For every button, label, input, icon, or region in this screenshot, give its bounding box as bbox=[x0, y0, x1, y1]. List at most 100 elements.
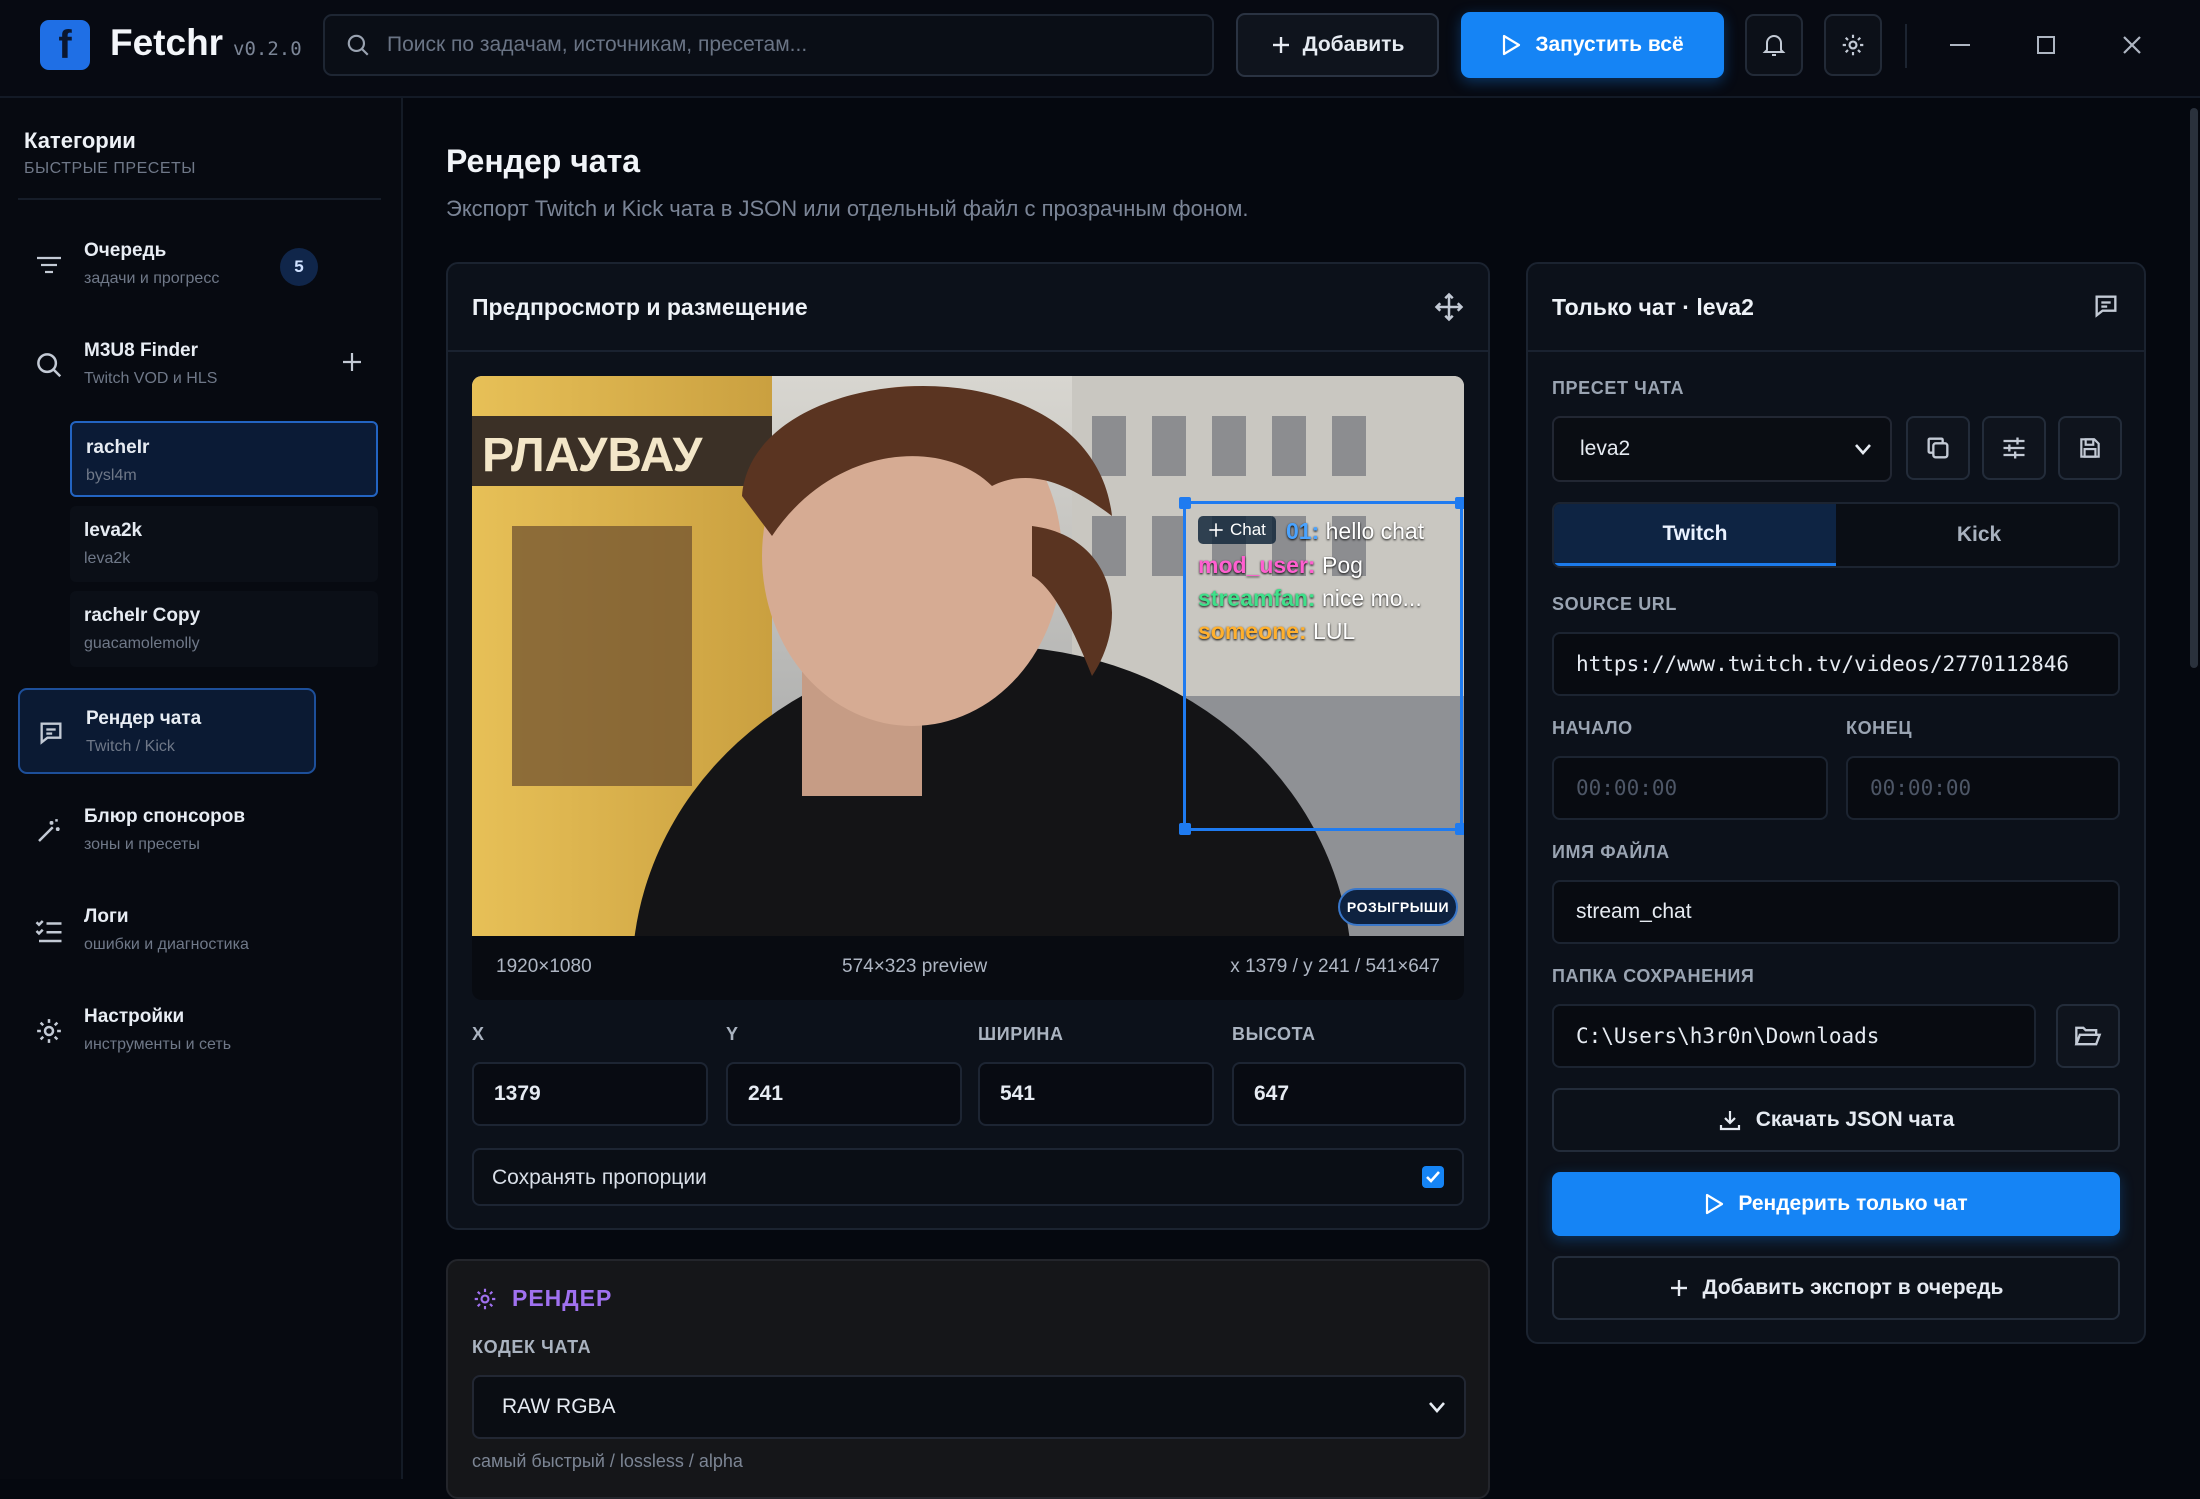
preview-card-title: Предпросмотр и размещение bbox=[472, 294, 808, 320]
tab-twitch[interactable]: Twitch bbox=[1554, 504, 1836, 566]
sidebar-item-sponsor-blur[interactable]: Блюр спонсоров зоны и пресеты bbox=[18, 788, 381, 874]
preset-settings-button[interactable] bbox=[1982, 416, 2046, 480]
search-icon bbox=[32, 348, 66, 382]
add-preset-icon[interactable] bbox=[340, 350, 364, 374]
play-icon bbox=[1706, 1193, 1724, 1215]
notifications-button[interactable] bbox=[1745, 14, 1803, 76]
checklist-icon bbox=[32, 914, 66, 948]
filter-lines-icon bbox=[32, 248, 66, 282]
preset-item-label: leva2k bbox=[84, 520, 143, 541]
floppy-save-icon bbox=[2080, 438, 2100, 458]
resize-handle[interactable] bbox=[1455, 497, 1464, 509]
chat-tag-label: Chat bbox=[1230, 520, 1266, 539]
end-time-input[interactable]: 00:00:00 bbox=[1846, 756, 2120, 820]
sidebar-item-sublabel: задачи и прогресс bbox=[84, 270, 220, 287]
checkmark-icon bbox=[1426, 1171, 1440, 1183]
render-card: РЕНДЕР КОДЕК ЧАТА RAW RGBA самый быстрый… bbox=[446, 1259, 1490, 1499]
duplicate-preset-button[interactable] bbox=[1906, 416, 1970, 480]
preview-dimensions: 574×323 preview bbox=[842, 956, 988, 977]
x-input[interactable]: 1379 bbox=[472, 1062, 708, 1126]
preview-info-bar: 1920×1080 574×323 preview x 1379 / y 241… bbox=[472, 936, 1464, 1000]
resize-handle[interactable] bbox=[1455, 823, 1464, 835]
scrollbar-thumb[interactable] bbox=[2190, 108, 2198, 668]
tab-kick[interactable]: Kick bbox=[1838, 504, 2118, 566]
chat-overlay-box[interactable]: Chat 01: hello chat mod_user: Pog stream… bbox=[1179, 497, 1464, 835]
close-button[interactable] bbox=[2115, 28, 2149, 62]
gear-icon bbox=[1842, 34, 1864, 56]
run-all-label: Запустить всё bbox=[1535, 33, 1684, 56]
width-input[interactable]: 541 bbox=[978, 1062, 1214, 1126]
sidebar-item-chat-render[interactable]: Рендер чата Twitch / Kick bbox=[18, 688, 316, 774]
preset-item-label: racheIr bbox=[86, 437, 150, 458]
shop-sign-text: РЛАУВАУ bbox=[482, 429, 703, 482]
height-input[interactable]: 647 bbox=[1232, 1062, 1466, 1126]
chat-drag-tag[interactable]: Chat bbox=[1198, 516, 1276, 544]
maximize-button[interactable] bbox=[2029, 28, 2063, 62]
topbar-divider bbox=[1905, 24, 1907, 68]
minimize-button[interactable] bbox=[1943, 28, 1977, 62]
resize-handle[interactable] bbox=[1179, 497, 1191, 509]
chat-preset-select[interactable]: leva2 bbox=[1552, 416, 1892, 482]
page-description: Экспорт Twitch и Kick чата в JSON или от… bbox=[446, 196, 1249, 221]
settings-button[interactable] bbox=[1824, 14, 1882, 76]
download-json-button[interactable]: Скачать JSON чата bbox=[1552, 1088, 2120, 1152]
save-preset-button[interactable] bbox=[2058, 416, 2122, 480]
move-arrows-icon[interactable] bbox=[1434, 292, 1464, 322]
search-input[interactable] bbox=[387, 16, 1187, 74]
keep-ratio-row[interactable]: Сохранять пропорции bbox=[472, 1148, 1464, 1206]
sidebar-item-logs[interactable]: Логи ошибки и диагностика bbox=[18, 888, 381, 974]
render-chat-only-button[interactable]: Рендерить только чат bbox=[1552, 1172, 2120, 1236]
search-icon bbox=[347, 34, 369, 56]
video-preview[interactable]: РЛАУВАУ Chat 01: hello chat mod_user: Po… bbox=[472, 376, 1464, 936]
add-button[interactable]: Добавить bbox=[1236, 13, 1439, 77]
chat-only-title: Только чат · leva2 bbox=[1552, 294, 1754, 320]
sidebar: Категории БЫСТРЫЕ ПРЕСЕТЫ Очередь задачи… bbox=[0, 98, 403, 1479]
add-export-to-queue-button[interactable]: Добавить экспорт в очередь bbox=[1552, 1256, 2120, 1320]
render-chat-only-label: Рендерить только чат bbox=[1738, 1192, 1968, 1215]
codec-label: КОДЕК ЧАТА bbox=[472, 1337, 592, 1357]
search-box[interactable] bbox=[323, 14, 1214, 76]
sidebar-item-settings[interactable]: Настройки инструменты и сеть bbox=[18, 988, 381, 1074]
preset-item-sublabel: guacamolemolly bbox=[84, 635, 200, 652]
filename-label: ИМЯ ФАЙЛА bbox=[1552, 842, 1670, 862]
preset-item-racheIr-copy[interactable]: racheIr Copy guacamolemolly bbox=[70, 591, 378, 667]
preview-card: Предпросмотр и размещение РЛАУВАУ Chat 0… bbox=[446, 262, 1490, 1230]
sidebar-title: Категории bbox=[24, 128, 136, 153]
chat-icon bbox=[34, 716, 68, 750]
download-json-label: Скачать JSON чата bbox=[1755, 1108, 1955, 1131]
y-input[interactable]: 241 bbox=[726, 1062, 962, 1126]
chat-preset-label: ПРЕСЕТ ЧАТА bbox=[1552, 378, 1685, 398]
app-name: Fetchr bbox=[110, 22, 224, 63]
width-label: ШИРИНА bbox=[978, 1024, 1064, 1044]
move-arrows-icon bbox=[1209, 523, 1223, 537]
filename-input[interactable]: stream_chat bbox=[1552, 880, 2120, 944]
sidebar-item-queue[interactable]: Очередь задачи и прогресс 5 bbox=[18, 222, 381, 308]
sidebar-item-label: Очередь bbox=[84, 240, 167, 261]
sliders-icon bbox=[2003, 437, 2025, 459]
copy-icon bbox=[1927, 437, 1949, 459]
bell-icon bbox=[1762, 35, 1786, 56]
sidebar-item-sublabel: зоны и пресеты bbox=[84, 836, 200, 853]
sidebar-item-label: Блюр спонсоров bbox=[84, 806, 246, 827]
sidebar-item-m3u8-finder[interactable]: M3U8 Finder Twitch VOD и HLS bbox=[18, 322, 381, 408]
save-folder-input[interactable]: C:\Users\h3r0n\Downloads bbox=[1552, 1004, 2036, 1068]
magic-wand-icon bbox=[32, 814, 66, 848]
run-all-button[interactable]: Запустить всё bbox=[1461, 12, 1724, 78]
y-label: Y bbox=[726, 1024, 739, 1044]
browse-folder-button[interactable] bbox=[2056, 1004, 2120, 1068]
sidebar-item-sublabel: Twitch VOD и HLS bbox=[84, 370, 218, 387]
preset-item-leva2k[interactable]: leva2k leva2k bbox=[70, 506, 378, 582]
preset-item-sublabel: bysl4m bbox=[86, 467, 137, 484]
codec-select[interactable]: RAW RGBA bbox=[472, 1375, 1466, 1439]
resize-handle[interactable] bbox=[1179, 823, 1191, 835]
platform-tabs: Twitch Kick bbox=[1552, 502, 2120, 568]
source-url-input[interactable]: https://www.twitch.tv/videos/2770112846 bbox=[1552, 632, 2120, 696]
keep-ratio-checkbox[interactable] bbox=[1422, 1166, 1444, 1188]
start-time-input[interactable]: 00:00:00 bbox=[1552, 756, 1828, 820]
save-folder-label: ПАПКА СОХРАНЕНИЯ bbox=[1552, 966, 1755, 986]
preset-item-racheIr[interactable]: racheIr bysl4m bbox=[70, 421, 378, 497]
start-time-label: НАЧАЛО bbox=[1552, 718, 1633, 738]
render-title: РЕНДЕР bbox=[512, 1285, 613, 1311]
end-time-label: КОНЕЦ bbox=[1846, 718, 1913, 738]
maximize-icon bbox=[2037, 36, 2055, 54]
